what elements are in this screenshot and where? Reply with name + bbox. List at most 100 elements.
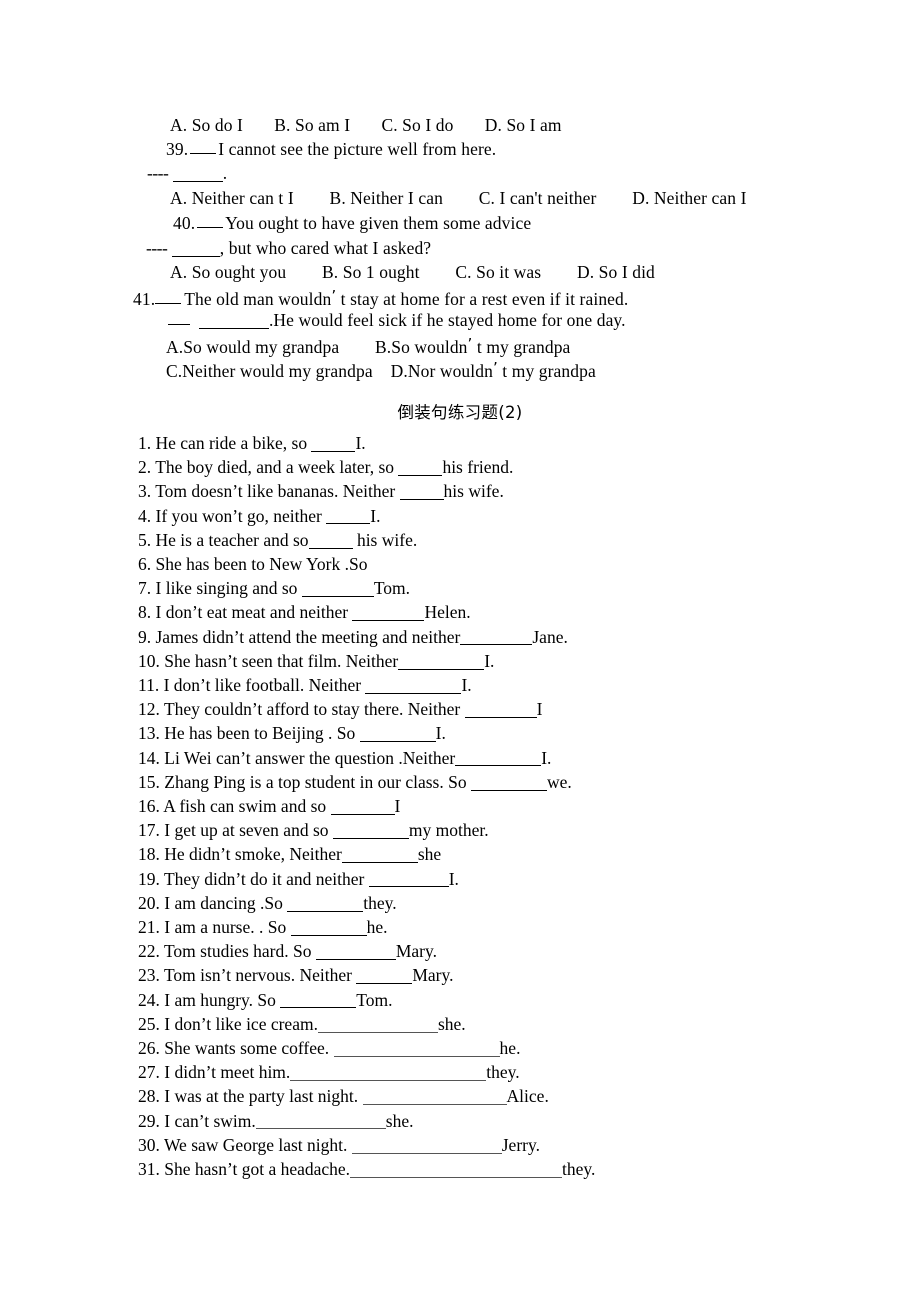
speaker-dash-icon (190, 144, 217, 154)
exercise-answer-blank[interactable] (356, 967, 413, 985)
exercise-number: 13. (138, 723, 160, 744)
q38-options-row: A. So do I B. So am I C. So I do D. So I… (170, 115, 562, 135)
exercise-answer-blank[interactable] (330, 798, 395, 815)
exercise-item: 7. I like singing and so Tom. (138, 578, 410, 598)
exercise-answer-blank[interactable] (290, 1064, 487, 1081)
question-39-reply: ---- . (147, 163, 227, 183)
exercise-number: 24. (138, 989, 160, 1010)
speaker-dash-icon (155, 294, 182, 305)
exercise-answer-blank[interactable] (365, 677, 462, 694)
exercise-answer-blank[interactable] (315, 943, 396, 960)
exercise-number: 19. (138, 868, 160, 889)
exercise-text-after-blank: I (394, 796, 401, 816)
exercise-item: 3. Tom doesn’t like bananas. Neither his… (138, 481, 504, 501)
exercise-text-before-blank: I don’t eat meat and neither (155, 602, 353, 623)
exercise-answer-blank[interactable] (290, 919, 367, 936)
question-39-options-row: A. Neither can t I B. Neither I can C. I… (170, 188, 747, 208)
question-41-answer-blank[interactable] (198, 312, 269, 329)
exercise-text-before-blank: A fish can swim and so (163, 796, 331, 816)
exercise-answer-blank[interactable] (352, 604, 425, 622)
question-40-stem: 40. You ought to have given them some adv… (173, 213, 531, 233)
exercise-text-before-blank: She hasn’t seen that film. Neither (164, 650, 399, 671)
exercise-answer-blank[interactable] (470, 774, 547, 791)
exercise-text-before-blank: He has been to Beijing . So (164, 723, 360, 744)
exercise-item: 11. I don’t like football. Neither I. (138, 675, 472, 695)
question-41-option-a: A.So would my grandpa (166, 337, 340, 358)
exercise-text-after-blank: they. (486, 1062, 520, 1083)
exercise-answer-blank[interactable] (308, 532, 353, 549)
exercise-answer-blank[interactable] (255, 1112, 386, 1130)
exercise-text-after-blank: they. (363, 892, 397, 913)
exercise-number: 18. (138, 844, 160, 865)
exercise-item: 21. I am a nurse. . So he. (138, 917, 388, 937)
exercise-answer-blank[interactable] (280, 991, 357, 1009)
exercise-text-after-blank: I. (541, 747, 552, 768)
exercise-text-before-blank: Li Wei can’t answer the question .Neithe… (164, 747, 456, 768)
exercise-text-before-blank: I don’t like football. Neither (163, 675, 366, 695)
exercise-answer-blank[interactable] (333, 1040, 500, 1057)
exercise-answer-blank[interactable] (341, 846, 418, 864)
exercise-answer-blank[interactable] (359, 725, 436, 743)
exercise-answer-blank[interactable] (398, 459, 443, 476)
question-39-answer-blank[interactable] (172, 165, 223, 182)
exercise-number: 16. (138, 796, 160, 816)
exercise-answer-blank[interactable] (351, 1137, 502, 1154)
exercise-number: 6. (138, 554, 152, 574)
exercise-answer-blank[interactable] (398, 653, 485, 670)
reply-dash-icon (168, 315, 190, 325)
exercise-item: 28. I was at the party last night. Alice… (138, 1086, 549, 1106)
exercise-text-before-blank: Tom studies hard. So (163, 941, 316, 962)
exercise-text-after-blank: Tom. (373, 578, 411, 599)
exercise-text-before-blank: She has been to New York .So (155, 554, 368, 574)
exercise-answer-blank[interactable] (368, 870, 449, 888)
question-39-reply-suffix: . (222, 163, 228, 183)
exercise-text-after-blank: he. (366, 917, 388, 937)
exercise-text-after-blank: she (417, 844, 442, 865)
question-40-answer-blank[interactable] (171, 240, 220, 257)
exercise-answer-blank[interactable] (350, 1161, 563, 1178)
exercise-text-after-blank: Mary. (395, 941, 437, 962)
exercise-text-after-blank: Jane. (532, 626, 568, 647)
exercise-answer-blank[interactable] (301, 580, 374, 597)
exercise-item: 29. I can’t swim. she. (138, 1111, 414, 1131)
exercise-text-before-blank: He is a teacher and so (155, 529, 309, 550)
exercise-answer-blank[interactable] (317, 1016, 438, 1033)
exercise-number: 27. (138, 1062, 160, 1083)
exercise-answer-blank[interactable] (332, 822, 409, 839)
exercise-answer-blank[interactable] (455, 749, 542, 767)
exercise-text-after-blank: I. (448, 868, 459, 889)
exercise-item: 20. I am dancing .So they. (138, 893, 397, 913)
exercise-number: 11. (138, 675, 160, 695)
exercise-text-after-blank: I. (370, 505, 381, 526)
exercise-text-after-blank: his wife. (443, 481, 504, 502)
exercise-item: 19. They didn’t do it and neither I. (138, 869, 459, 889)
exercise-number: 4. (138, 505, 152, 526)
exercise-answer-blank[interactable] (464, 701, 537, 718)
page-title-text: 倒装句练习题(2) (397, 403, 523, 422)
exercise-item: 27. I didn’t meet him. they. (138, 1062, 520, 1082)
question-41-stem: 41. The old man wouldn’ t stay at home fo… (133, 286, 628, 309)
exercise-number: 14. (138, 747, 160, 768)
exercise-text-after-blank: he. (499, 1038, 521, 1058)
exercise-answer-blank[interactable] (362, 1088, 507, 1106)
question-41-stem-text-before: The old man wouldn (184, 289, 332, 310)
exercise-item: 1. He can ride a bike, so I. (138, 433, 366, 453)
exercise-text-before-blank: I didn’t meet him. (164, 1062, 291, 1083)
speaker-dash-icon (197, 218, 224, 228)
question-41-option-b: B.So wouldn’ t my grandpa (375, 335, 571, 358)
exercise-number: 25. (138, 1013, 160, 1034)
exercise-text-before-blank: I can’t swim. (164, 1110, 256, 1131)
exercise-text-after-blank: I. (484, 650, 495, 671)
exercise-answer-blank[interactable] (399, 483, 444, 501)
exercise-item: 30. We saw George last night. Jerry. (138, 1135, 540, 1155)
exercise-answer-blank[interactable] (326, 507, 371, 525)
exercise-number: 21. (138, 917, 160, 937)
exercise-answer-blank[interactable] (460, 628, 533, 646)
exercise-answer-blank[interactable] (311, 435, 356, 452)
exercise-text-after-blank: I. (435, 723, 446, 744)
exercise-answer-blank[interactable] (287, 895, 364, 912)
exercise-text-before-blank: Tom doesn’t like bananas. Neither (155, 481, 400, 502)
exercise-number: 2. (138, 457, 152, 478)
exercise-text-after-blank: Mary. (412, 965, 454, 986)
question-40-reply: ---- , but who cared what I asked? (146, 238, 431, 258)
